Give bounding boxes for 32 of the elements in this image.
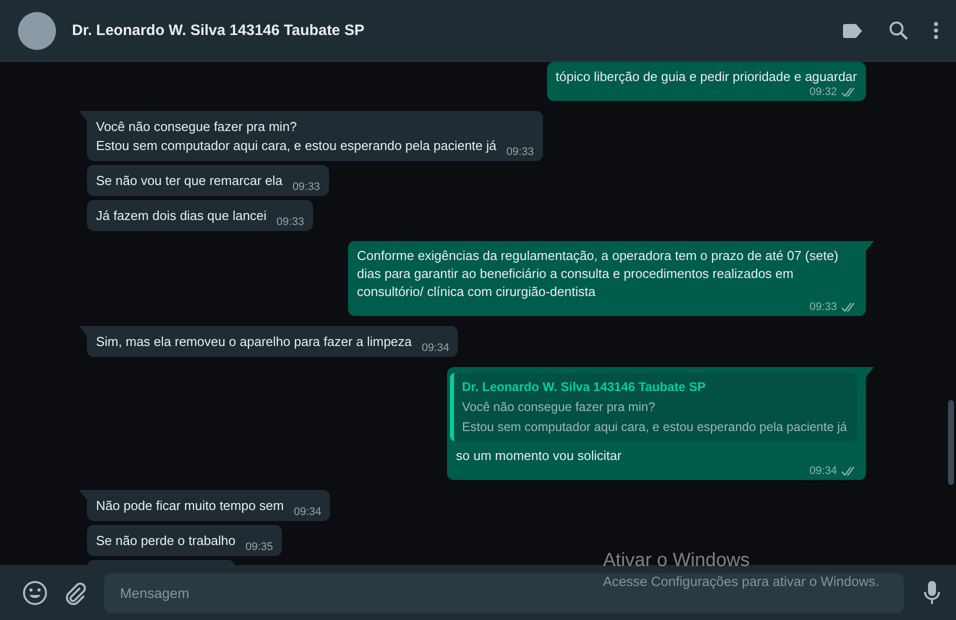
message-text: Se não vou ter que remarcar ela xyxy=(96,173,282,188)
contact-name[interactable]: Dr. Leonardo W. Silva 143146 Taubate SP xyxy=(72,22,827,39)
message-time: 09:33 xyxy=(292,182,320,193)
message-time: 09:34 xyxy=(422,343,450,354)
message-text: Sim, mas ela removeu o aparelho para fazer a limpeza xyxy=(96,334,412,349)
scrollbar-thumb[interactable] xyxy=(948,400,954,485)
message-time: 09:35 xyxy=(246,542,274,553)
message-time: 09:33 xyxy=(506,147,534,158)
message-time: 09:33 xyxy=(809,302,837,313)
message-text: Você não consegue fazer pra min? Estou sem computador aqui cara, e estou esperando pela paciente já xyxy=(96,119,496,153)
emoji-icon[interactable] xyxy=(22,580,48,606)
message-time: 09:34 xyxy=(294,507,322,518)
message-text: tópico liberção de guia e pedir prioridade e aguardar xyxy=(556,68,857,86)
activation-title: Ativar o Windows xyxy=(603,550,751,572)
quoted-message[interactable]: Dr. Leonardo W. Silva 143146 Taubate SP Você não consegue fazer pra min? Estou sem computador aqui cara, e estou esperando pela paciente já xyxy=(450,373,857,441)
message-time: 09:32 xyxy=(809,87,837,98)
message-time: 09:34 xyxy=(809,466,837,477)
menu-icon[interactable] xyxy=(934,22,938,39)
activation-text: Acesse Configurações para ativar o Windows. xyxy=(603,574,880,589)
label-icon[interactable] xyxy=(843,24,863,38)
search-icon[interactable] xyxy=(889,21,908,40)
quoted-text: Você não consegue fazer pra min? Estou sem computador aqui cara, e estou esperando pela paciente já xyxy=(462,399,847,436)
message-time: 09:33 xyxy=(276,217,304,228)
message-text: Não pode ficar muito tempo sem xyxy=(96,498,284,513)
microphone-icon[interactable] xyxy=(924,580,940,604)
message-text: Se não perde o trabalho xyxy=(96,533,236,548)
contact-avatar[interactable] xyxy=(18,12,56,50)
message-text: Conforme exigências da regulamentação, a operadora tem o prazo de até 07 (sete) dias para garantir ao beneficiário a consulta e procedimentos realizados em consultório/ clínica com cirurgião-dentista xyxy=(357,247,840,301)
message-text: so um momento vou solicitar xyxy=(456,447,622,465)
paperclip-icon[interactable] xyxy=(64,580,86,604)
message-text: Já fazem dois dias que lancei xyxy=(96,208,267,223)
quoted-author: Dr. Leonardo W. Silva 143146 Taubate SP xyxy=(462,379,707,396)
